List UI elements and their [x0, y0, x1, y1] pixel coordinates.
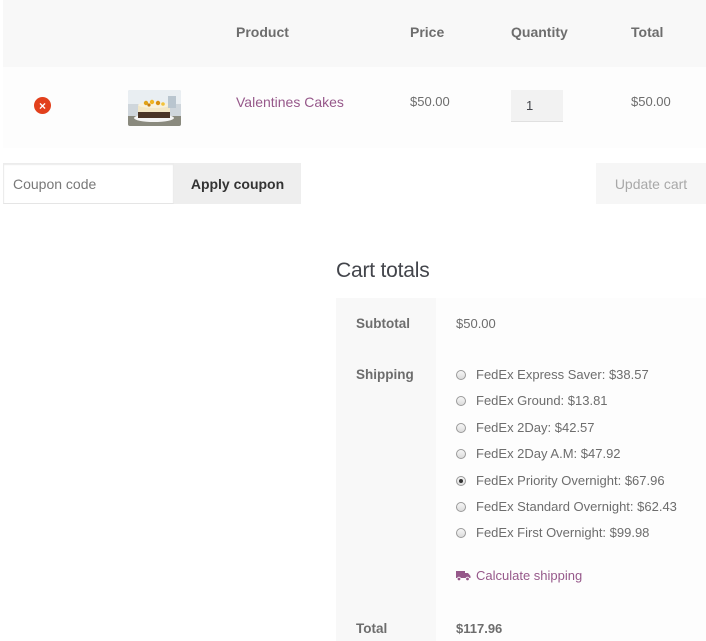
- calculate-shipping-label[interactable]: Calculate shipping: [476, 568, 582, 583]
- header-price: Price: [410, 24, 445, 40]
- header-product: Product: [236, 24, 289, 40]
- shipping-option[interactable]: FedEx 2Day A.M: $47.92: [456, 446, 706, 472]
- radio-button[interactable]: [456, 528, 466, 539]
- apply-coupon-button[interactable]: Apply coupon: [174, 163, 301, 204]
- remove-x-circle-icon[interactable]: ×: [34, 97, 51, 114]
- subtotal-label: Subtotal: [336, 298, 436, 350]
- cart-table-header: Product Price Quantity Total: [3, 0, 706, 67]
- total-label: Total: [336, 603, 436, 641]
- shipping-options-list: FedEx Express Saver: $38.57 FedEx Ground…: [456, 367, 706, 552]
- radio-button-selected[interactable]: [456, 475, 466, 486]
- product-name-link[interactable]: Valentines Cakes: [236, 94, 344, 110]
- header-quantity: Quantity: [511, 24, 568, 40]
- shipping-option[interactable]: FedEx First Overnight: $99.98: [456, 525, 706, 551]
- product-price: $50.00: [410, 94, 450, 109]
- cart-totals-title: Cart totals: [336, 259, 430, 282]
- shipping-option[interactable]: FedEx Priority Overnight: $67.96: [456, 473, 706, 499]
- radio-button[interactable]: [456, 370, 466, 380]
- shipping-label: Shipping: [336, 350, 436, 603]
- shipping-methods: FedEx Express Saver: $38.57 FedEx Ground…: [436, 350, 706, 603]
- coupon-code-input[interactable]: [3, 163, 174, 204]
- cart-totals-table: Subtotal $50.00 Shipping FedEx Express S…: [336, 298, 706, 641]
- truck-icon: [456, 570, 471, 581]
- shipping-option[interactable]: FedEx Standard Overnight: $62.43: [456, 499, 706, 525]
- cart-table: Product Price Quantity Total × Valentine…: [3, 0, 706, 148]
- order-total-row: Total $117.96: [336, 603, 706, 641]
- radio-button[interactable]: [456, 422, 466, 433]
- quantity-input[interactable]: [511, 90, 563, 122]
- radio-button[interactable]: [456, 501, 466, 512]
- calculate-shipping-link[interactable]: Calculate shipping: [456, 568, 706, 583]
- radio-button[interactable]: [456, 449, 466, 460]
- shipping-row: Shipping FedEx Express Saver: $38.57 Fed…: [336, 350, 706, 603]
- shipping-option[interactable]: FedEx Ground: $13.81: [456, 393, 706, 419]
- radio-button[interactable]: [456, 396, 466, 407]
- subtotal-row: Subtotal $50.00: [336, 298, 706, 350]
- shipping-option[interactable]: FedEx 2Day: $42.57: [456, 420, 706, 446]
- update-cart-button[interactable]: Update cart: [596, 163, 706, 204]
- header-total: Total: [631, 24, 664, 40]
- subtotal-value: $50.00: [436, 298, 706, 350]
- cart-item-row: × Valentines Cakes $50.00 $50.00: [3, 67, 706, 148]
- product-thumbnail[interactable]: [128, 90, 181, 126]
- line-total: $50.00: [631, 94, 671, 109]
- shipping-option[interactable]: FedEx Express Saver: $38.57: [456, 367, 706, 393]
- total-value: $117.96: [436, 603, 706, 641]
- cake-image: [128, 90, 181, 126]
